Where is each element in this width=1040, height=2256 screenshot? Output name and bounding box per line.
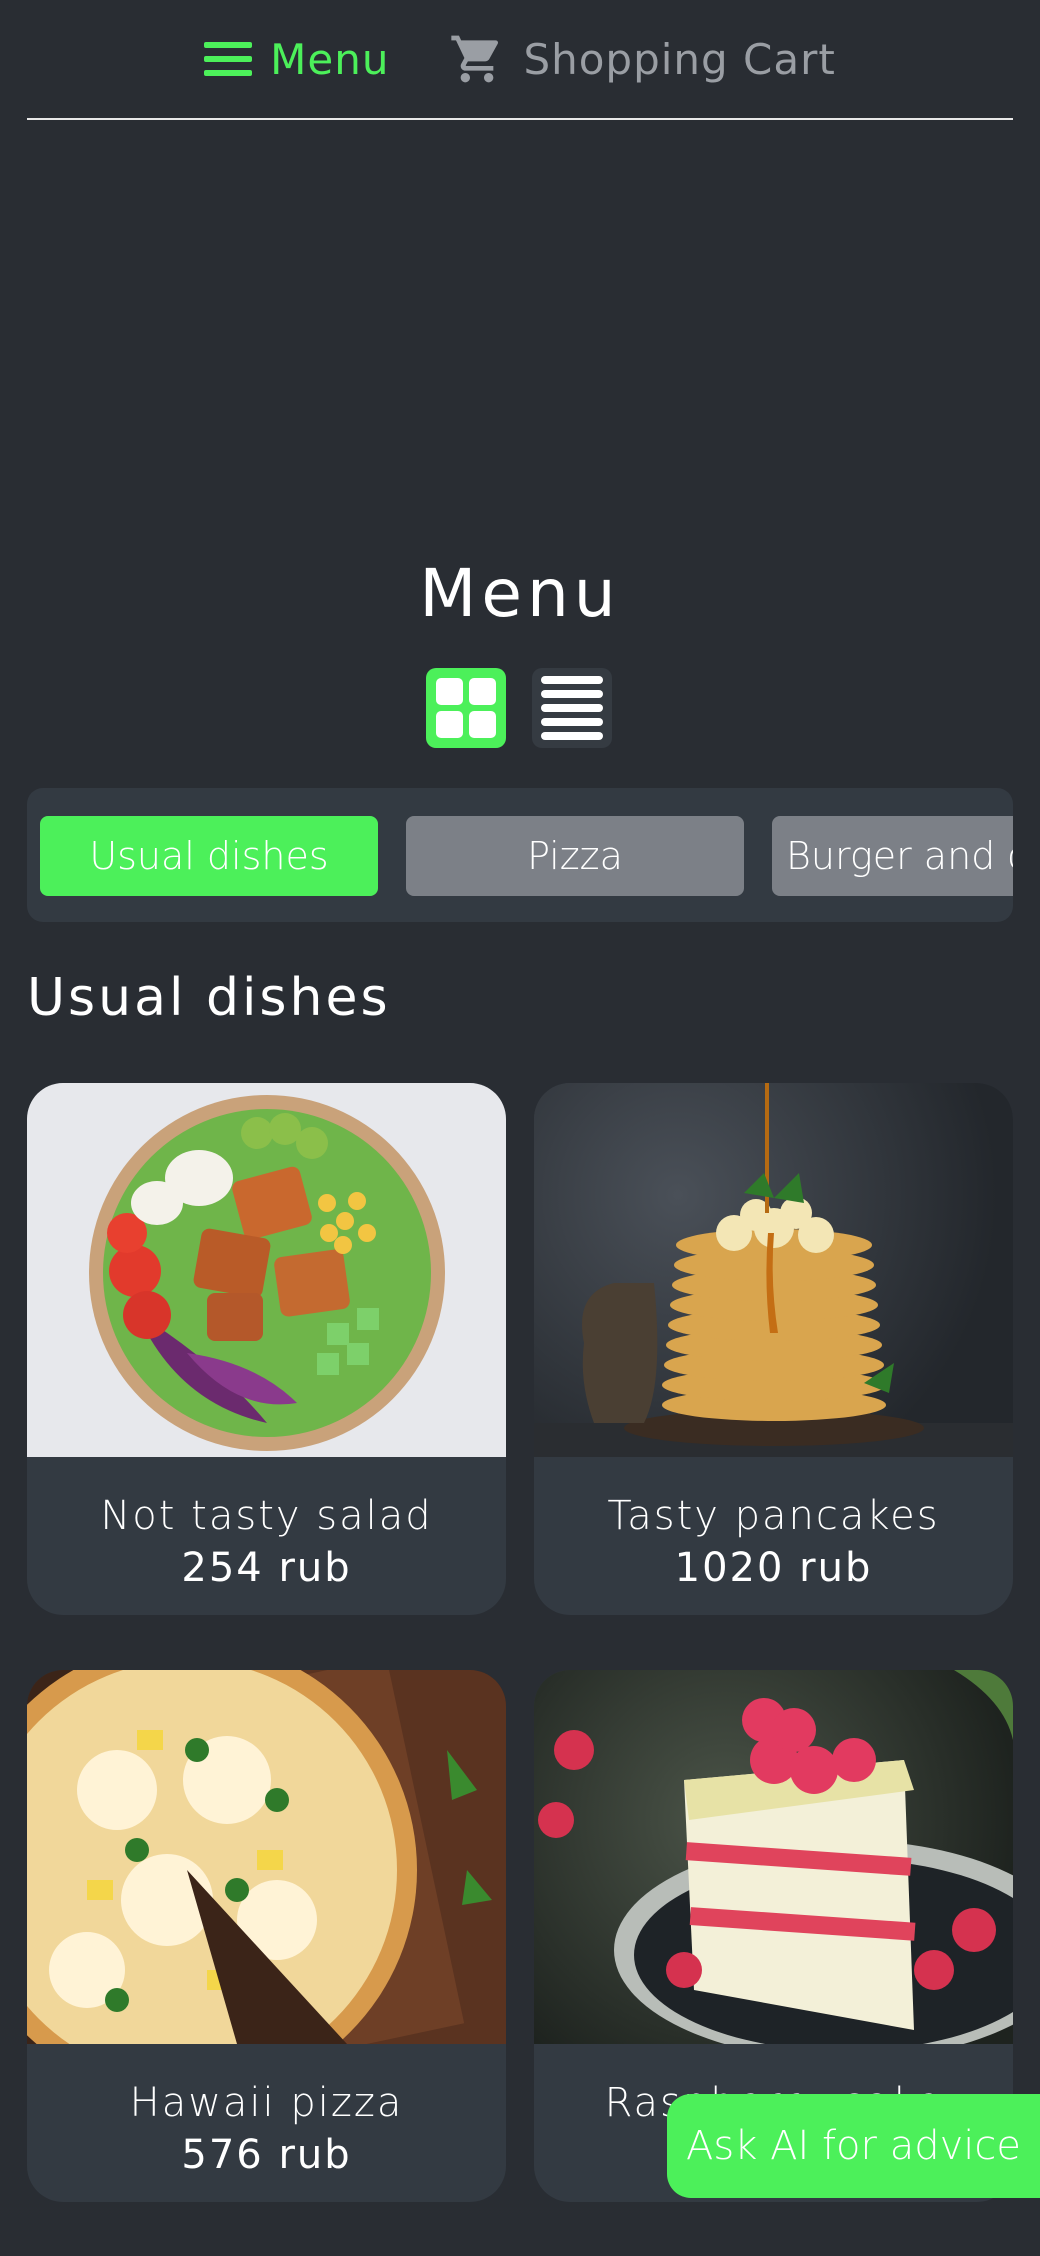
- dish-card-hawaii-pizza[interactable]: Hawaii pizza 576 rub: [27, 1670, 506, 2202]
- dish-price: 576 rub: [181, 2132, 352, 2178]
- list-icon: [541, 676, 603, 740]
- pizza-photo: [27, 1670, 506, 2044]
- grid-view-button[interactable]: [426, 668, 506, 748]
- nav-cart-label: Shopping Cart: [523, 34, 836, 84]
- page-title: Menu: [419, 555, 621, 632]
- nav-menu-link[interactable]: Menu: [204, 35, 389, 84]
- ask-ai-button[interactable]: Ask AI for advice: [667, 2094, 1040, 2198]
- tab-pizza[interactable]: Pizza: [406, 816, 744, 896]
- top-navigation: Menu Shopping Cart: [27, 0, 1013, 120]
- dish-name: Not tasty salad: [100, 1493, 433, 1539]
- list-view-button[interactable]: [532, 668, 612, 748]
- pancake-stack-photo: [534, 1083, 1013, 1457]
- tab-usual-dishes[interactable]: Usual dishes: [40, 816, 378, 896]
- dish-card-salad[interactable]: Not tasty salad 254 rub: [27, 1083, 506, 1615]
- dish-name: Hawaii pizza: [129, 2080, 404, 2126]
- tab-burger[interactable]: Burger and c: [772, 816, 1013, 896]
- dish-card-pancakes[interactable]: Tasty pancakes 1020 rub: [534, 1083, 1013, 1615]
- hamburger-icon: [204, 42, 253, 76]
- dish-price: 1020 rub: [674, 1545, 873, 1591]
- salad-bowl-photo: [27, 1083, 506, 1457]
- category-tabs[interactable]: Usual dishes Pizza Burger and c: [27, 788, 1013, 922]
- view-toggle: [426, 668, 612, 748]
- dish-price: 254 rub: [181, 1545, 352, 1591]
- nav-shopping-cart-link[interactable]: Shopping Cart: [449, 31, 835, 87]
- shopping-cart-icon: [451, 35, 499, 83]
- raspberry-cake-photo: [534, 1670, 1013, 2044]
- dish-name: Tasty pancakes: [607, 1493, 940, 1539]
- grid-icon: [436, 678, 496, 738]
- nav-menu-label: Menu: [270, 34, 390, 84]
- section-title: Usual dishes: [27, 968, 391, 1028]
